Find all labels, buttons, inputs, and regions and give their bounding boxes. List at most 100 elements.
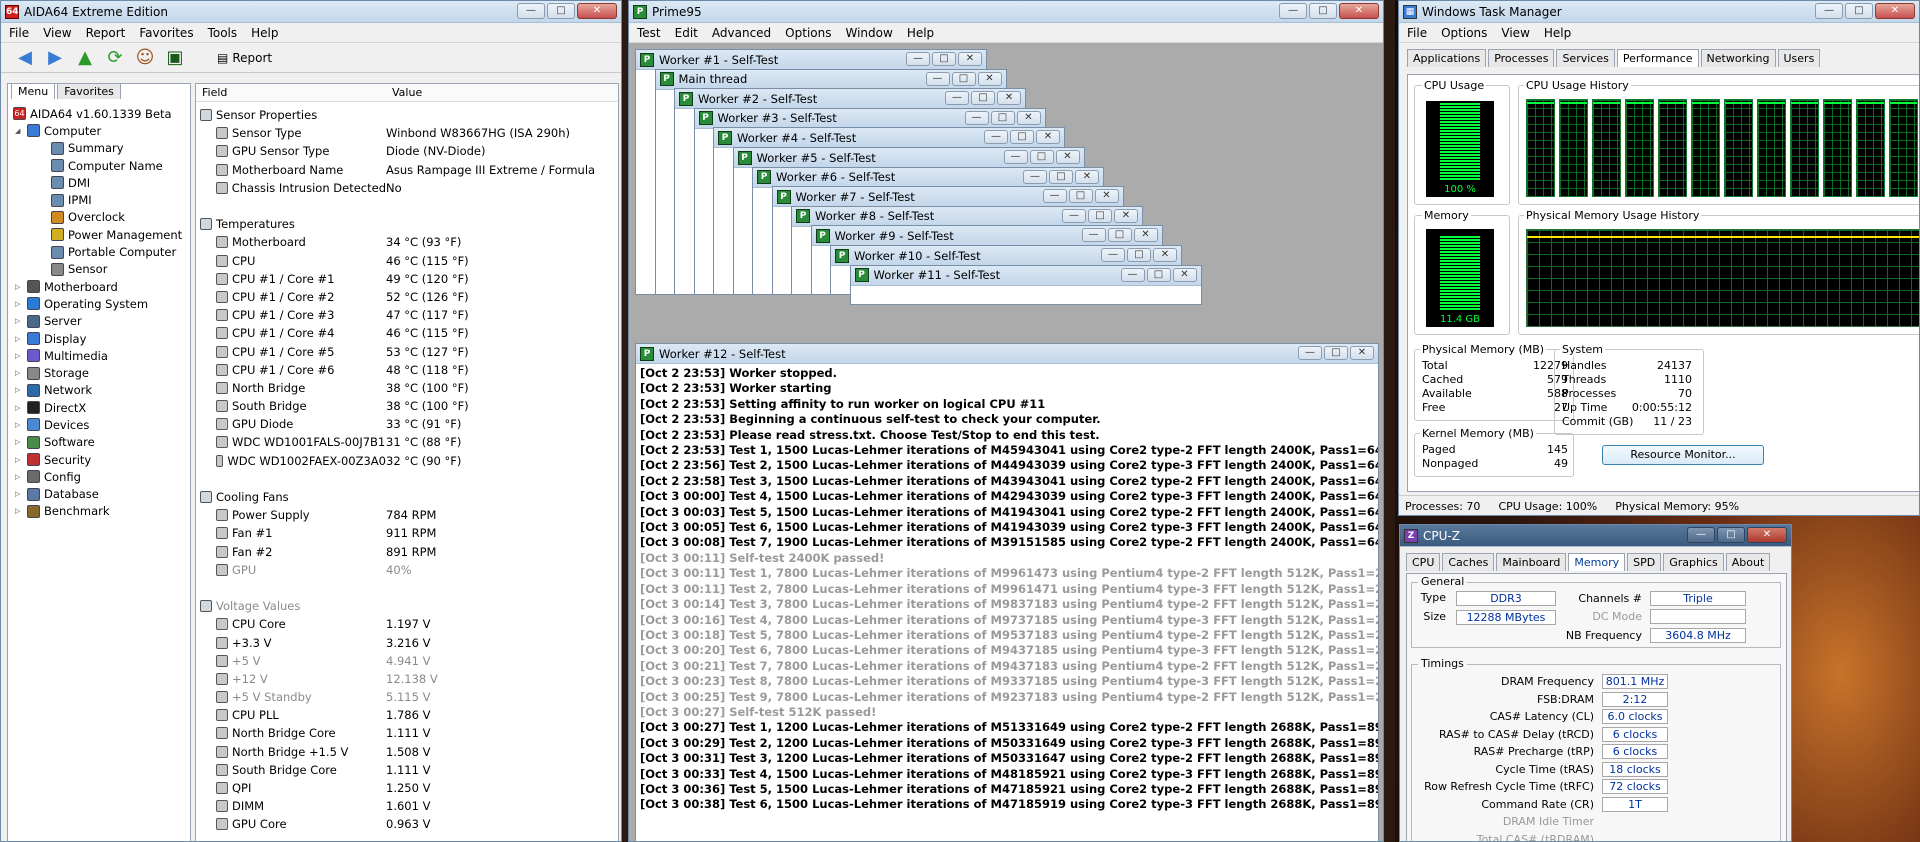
maximize-button[interactable]: □ (932, 52, 956, 66)
child-titlebar[interactable]: P Worker #6 - Self-Test — □ ✕ (753, 167, 1103, 188)
task-manager-window[interactable]: ▦ Windows Task Manager — □ ✕ File Option… (1398, 0, 1920, 516)
tree-item-computer[interactable]: ◢ Computer (9, 122, 189, 139)
menu-tools[interactable]: Tools (208, 26, 238, 40)
worker-12-titlebar[interactable]: P Worker #12 - Self-Test — □ ✕ (636, 344, 1378, 364)
menu-help[interactable]: Help (251, 26, 278, 40)
menu-help[interactable]: Help (1544, 26, 1571, 40)
expand-arrow-icon[interactable]: ▷ (15, 507, 23, 515)
sensor-row[interactable]: CPU PLL 1.786 V (196, 706, 618, 724)
close-button[interactable]: ✕ (1747, 527, 1787, 543)
close-button[interactable]: ✕ (997, 91, 1021, 106)
close-button[interactable]: ✕ (577, 3, 617, 19)
column-value[interactable]: Value (386, 84, 422, 101)
maximize-button[interactable]: □ (547, 3, 575, 19)
tree-item-network[interactable]: ▷ Network (9, 382, 189, 399)
expand-arrow-icon[interactable]: ▷ (15, 386, 23, 394)
close-button[interactable]: ✕ (1133, 228, 1158, 243)
tree-item-devices[interactable]: ▷ Devices (9, 416, 189, 433)
sensor-row[interactable]: Fan #1 911 RPM (196, 524, 618, 542)
maximize-button[interactable]: □ (971, 91, 995, 106)
sensor-row[interactable]: +5 V 4.941 V (196, 652, 618, 670)
expand-arrow-icon[interactable]: ▷ (15, 404, 23, 412)
tree-item-overclock[interactable]: Overclock (9, 209, 189, 226)
minimize-button[interactable]: — (1081, 228, 1106, 243)
child-titlebar[interactable]: P Worker #11 - Self-Test — □ ✕ (850, 265, 1201, 286)
tree-item-display[interactable]: ▷ Display (9, 330, 189, 347)
close-button[interactable]: ✕ (1114, 208, 1138, 223)
sensor-row[interactable]: CPU #1 / Core #2 52 °C (126 °F) (196, 288, 618, 306)
minimize-button[interactable]: — (906, 52, 930, 66)
back-arrow-icon[interactable]: ◀ (13, 47, 37, 69)
expand-arrow-icon[interactable]: ▷ (15, 300, 23, 308)
tree-item-directx[interactable]: ▷ DirectX (9, 399, 189, 416)
tab-cpu[interactable]: CPU (1406, 553, 1441, 571)
maximize-button[interactable]: □ (1324, 346, 1348, 360)
minimize-button[interactable]: — (1815, 3, 1843, 19)
child-titlebar[interactable]: P Worker #9 - Self-Test — □ ✕ (811, 226, 1162, 247)
minimize-button[interactable]: — (1279, 3, 1307, 19)
sensor-row[interactable]: WDC WD1002FAEX-00Z3A0 32 °C (90 °F) (196, 452, 618, 470)
minimize-button[interactable]: — (1062, 208, 1086, 223)
sensor-row[interactable]: DIMM 1.601 V (196, 797, 618, 815)
tree-item-storage[interactable]: ▷ Storage (9, 364, 189, 381)
minimize-button[interactable]: — (964, 110, 989, 125)
tree-item-summary[interactable]: Summary (9, 140, 189, 157)
close-button[interactable]: ✕ (1350, 346, 1374, 360)
expand-arrow-icon[interactable]: ▷ (15, 352, 23, 360)
menu-window[interactable]: Window (845, 26, 892, 40)
section-header[interactable]: Voltage Values (196, 597, 618, 615)
maximize-button[interactable]: □ (1029, 150, 1054, 164)
worker-12-window[interactable]: P Worker #12 - Self-Test — □ ✕ [Oct 2 23… (635, 343, 1379, 841)
menu-view[interactable]: View (43, 26, 71, 40)
tree-item-security[interactable]: ▷ Security (9, 451, 189, 468)
expand-arrow-icon[interactable]: ▷ (15, 490, 23, 498)
tab-performance[interactable]: Performance (1616, 49, 1699, 67)
expand-arrow-icon[interactable]: ▷ (15, 369, 23, 377)
section-header[interactable]: Cooling Fans (196, 488, 618, 506)
menu-options[interactable]: Options (785, 26, 831, 40)
child-titlebar[interactable]: P Main thread — □ ✕ (655, 69, 1006, 90)
sensor-row[interactable]: GPU 40% (196, 561, 618, 579)
child-titlebar[interactable]: P Worker #1 - Self-Test — □ ✕ (636, 50, 986, 70)
close-button[interactable]: ✕ (1875, 3, 1915, 19)
prime95-titlebar[interactable]: P Prime95 — □ ✕ (629, 1, 1383, 23)
sensor-row[interactable]: North Bridge 38 °C (100 °F) (196, 379, 618, 397)
tree-item-config[interactable]: ▷ Config (9, 468, 189, 485)
tab-graphics[interactable]: Graphics (1663, 553, 1724, 571)
tree-item-operating-system[interactable]: ▷ Operating System (9, 295, 189, 312)
close-button[interactable]: ✕ (1172, 267, 1197, 282)
close-button[interactable]: ✕ (1153, 248, 1177, 262)
sensor-row[interactable]: +12 V 12.138 V (196, 670, 618, 688)
tab-users[interactable]: Users (1777, 49, 1821, 67)
tab-about[interactable]: About (1725, 553, 1771, 571)
expand-arrow-icon[interactable]: ▷ (15, 317, 23, 325)
sensor-row[interactable]: GPU Core 0.963 V (196, 815, 618, 833)
maximize-button[interactable]: □ (1845, 3, 1873, 19)
minimize-button[interactable]: — (945, 91, 969, 106)
child-titlebar[interactable]: P Worker #3 - Self-Test — □ ✕ (694, 108, 1045, 129)
menu-view[interactable]: View (1501, 26, 1529, 40)
tab-services[interactable]: Services (1556, 49, 1615, 67)
menu-file[interactable]: File (9, 26, 29, 40)
sensor-row[interactable]: North Bridge +1.5 V 1.508 V (196, 743, 618, 761)
section-header[interactable]: Temperatures (196, 215, 618, 233)
task-manager-titlebar[interactable]: ▦ Windows Task Manager — □ ✕ (1399, 1, 1919, 23)
menu-test[interactable]: Test (637, 26, 661, 40)
tab-menu[interactable]: Menu (11, 83, 56, 99)
tree-item-portable-computer[interactable]: Portable Computer (9, 243, 189, 260)
child-titlebar[interactable]: P Worker #7 - Self-Test — □ ✕ (772, 187, 1123, 208)
maximize-button[interactable]: □ (1010, 130, 1034, 145)
aida64-window[interactable]: 64 AIDA64 Extreme Edition — □ ✕ File Vie… (0, 0, 622, 842)
report-button[interactable]: ▤ Report (217, 51, 272, 65)
sensor-row[interactable]: Motherboard 34 °C (93 °F) (196, 233, 618, 251)
expand-arrow-icon[interactable]: ▷ (15, 283, 23, 291)
sensor-row[interactable]: CPU #1 / Core #1 49 °C (120 °F) (196, 270, 618, 288)
tree-item-motherboard[interactable]: ▷ Motherboard (9, 278, 189, 295)
child-titlebar[interactable]: P Worker #5 - Self-Test — □ ✕ (733, 148, 1084, 168)
close-button[interactable]: ✕ (1036, 130, 1060, 145)
maximize-button[interactable]: □ (951, 71, 976, 86)
close-button[interactable]: ✕ (1016, 110, 1041, 125)
sensor-row[interactable]: Fan #2 891 RPM (196, 543, 618, 561)
sensor-row[interactable]: South Bridge Core 1.111 V (196, 761, 618, 779)
child-titlebar[interactable]: P Worker #2 - Self-Test — □ ✕ (675, 89, 1025, 110)
